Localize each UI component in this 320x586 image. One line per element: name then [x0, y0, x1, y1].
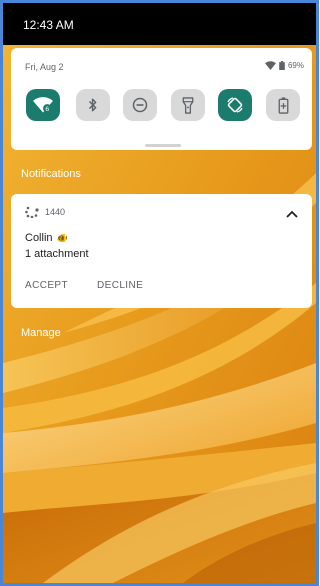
- phone-screen: 12:43 AM Fri, Aug 2 69% 6 Notifications …: [0, 0, 319, 586]
- status-bar: 12:43 AM: [3, 3, 316, 45]
- wifi-badge: 6: [45, 106, 49, 113]
- wifi-tile[interactable]: 6: [26, 89, 60, 121]
- battery-saver-tile[interactable]: [266, 89, 300, 121]
- wifi-icon: 6: [33, 97, 53, 113]
- bluetooth-icon: [88, 98, 97, 112]
- quick-settings-panel: Fri, Aug 2 69% 6: [11, 48, 312, 150]
- accept-button[interactable]: ACCEPT: [25, 280, 68, 291]
- fish-emoji-icon: 🐠: [56, 232, 68, 243]
- bluetooth-tile[interactable]: [76, 89, 110, 121]
- battery-saver-icon: [278, 96, 288, 114]
- loading-spinner-icon: [25, 206, 39, 218]
- flashlight-icon: [182, 96, 194, 114]
- do-not-disturb-icon: [132, 97, 148, 113]
- battery-percentage: 69%: [287, 61, 304, 70]
- flashlight-tile[interactable]: [171, 89, 205, 121]
- decline-button[interactable]: DECLINE: [97, 280, 143, 291]
- notifications-header: Notifications: [21, 168, 81, 180]
- do-not-disturb-tile[interactable]: [123, 89, 157, 121]
- collapse-button[interactable]: [281, 204, 303, 224]
- notification-sender: Collin: [25, 232, 53, 244]
- notification-app-header: 1440: [25, 206, 65, 218]
- notification-title: Collin 🐠: [25, 232, 68, 244]
- wifi-signal-icon: [265, 61, 276, 70]
- auto-rotate-icon: [227, 97, 243, 113]
- notification-app-name: 1440: [45, 207, 66, 217]
- notification-card[interactable]: 1440 Collin 🐠 1 attachment ACCEPT DECLIN…: [11, 194, 312, 308]
- qs-date[interactable]: Fri, Aug 2: [25, 62, 64, 72]
- status-time: 12:43 AM: [23, 18, 74, 32]
- manage-button[interactable]: Manage: [21, 327, 61, 339]
- auto-rotate-tile[interactable]: [218, 89, 252, 121]
- expand-handle[interactable]: [145, 144, 181, 147]
- battery-icon: [279, 61, 285, 70]
- chevron-up-icon: [286, 210, 298, 218]
- notification-text: 1 attachment: [25, 248, 89, 260]
- qs-status-icons: 69%: [265, 61, 304, 70]
